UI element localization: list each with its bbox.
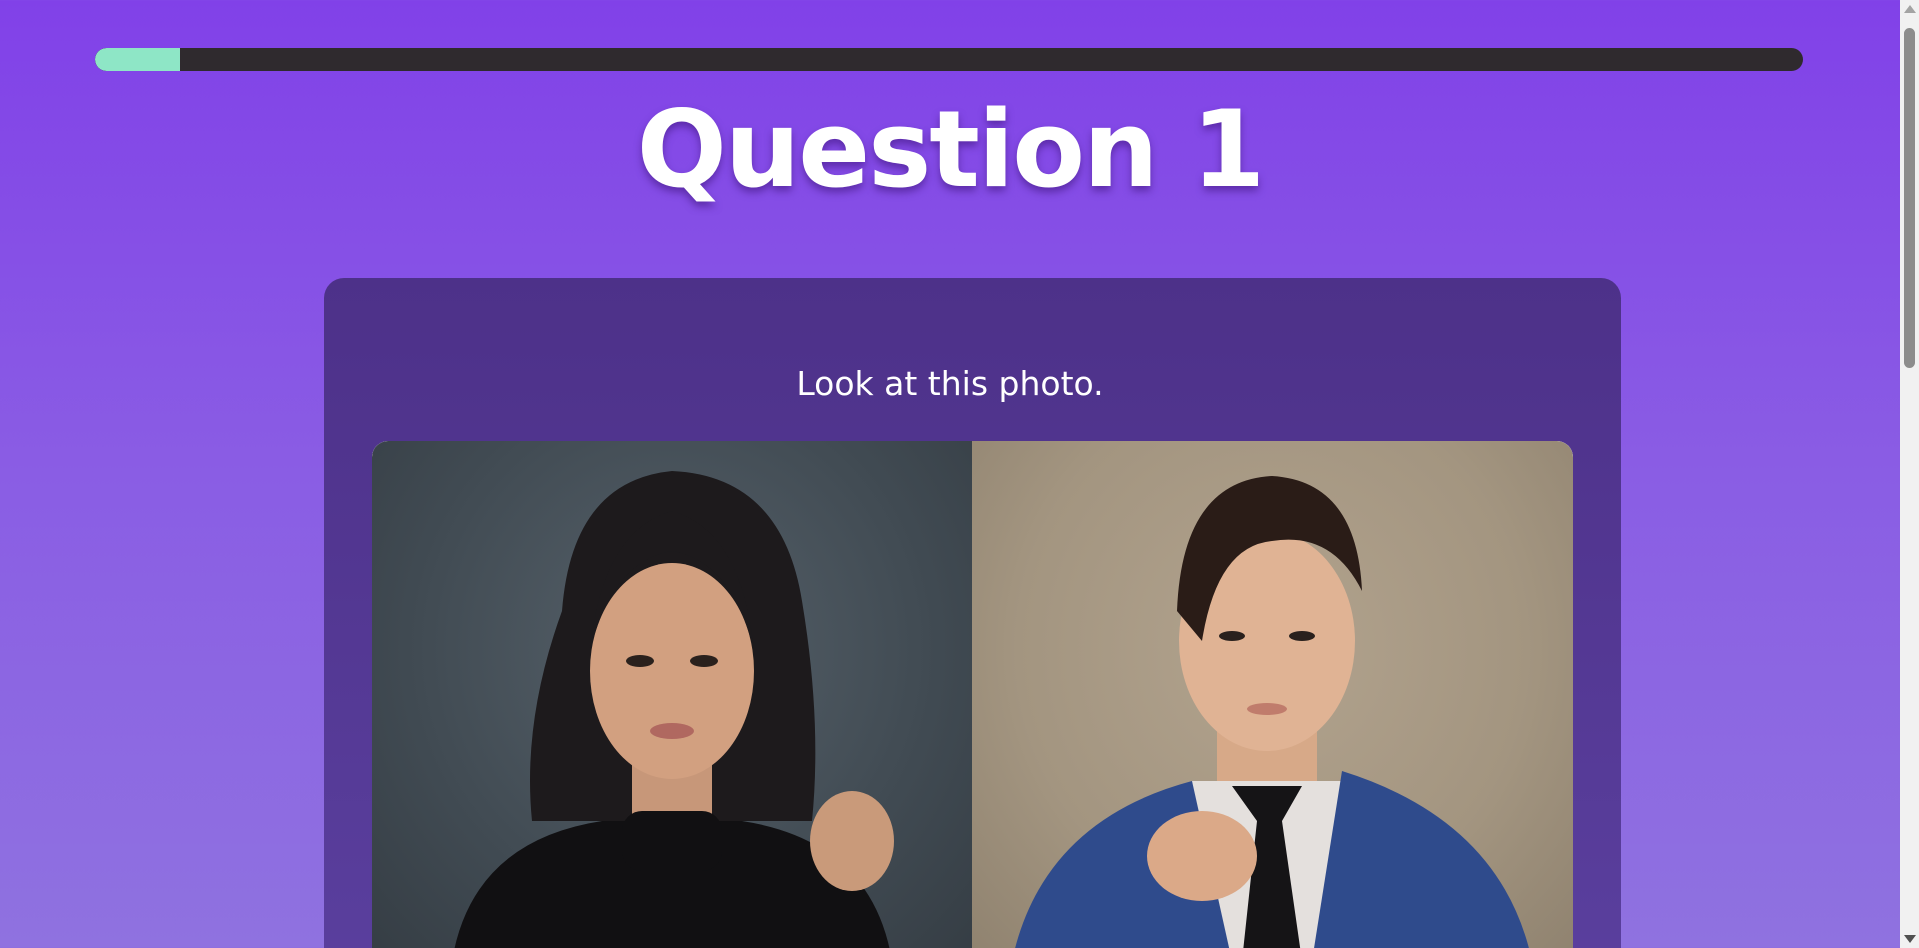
scroll-up-arrow-icon[interactable] bbox=[1904, 5, 1916, 13]
page-scrollbar[interactable] bbox=[1900, 0, 1919, 948]
photo-left-portrait bbox=[372, 441, 972, 948]
question-title: Question 1 bbox=[636, 88, 1266, 211]
scrollbar-thumb[interactable] bbox=[1904, 28, 1915, 368]
photo-right-portrait bbox=[972, 441, 1573, 948]
scroll-down-arrow-icon[interactable] bbox=[1904, 935, 1916, 943]
quiz-page: Question 1 Look at this photo. bbox=[0, 0, 1900, 948]
question-photo bbox=[372, 441, 1573, 948]
portrait-woman-illustration bbox=[454, 471, 894, 948]
question-prompt: Look at this photo. bbox=[796, 364, 1104, 403]
portrait-man-illustration bbox=[1015, 476, 1529, 948]
progress-bar bbox=[95, 48, 1803, 71]
progress-bar-fill bbox=[95, 48, 181, 71]
